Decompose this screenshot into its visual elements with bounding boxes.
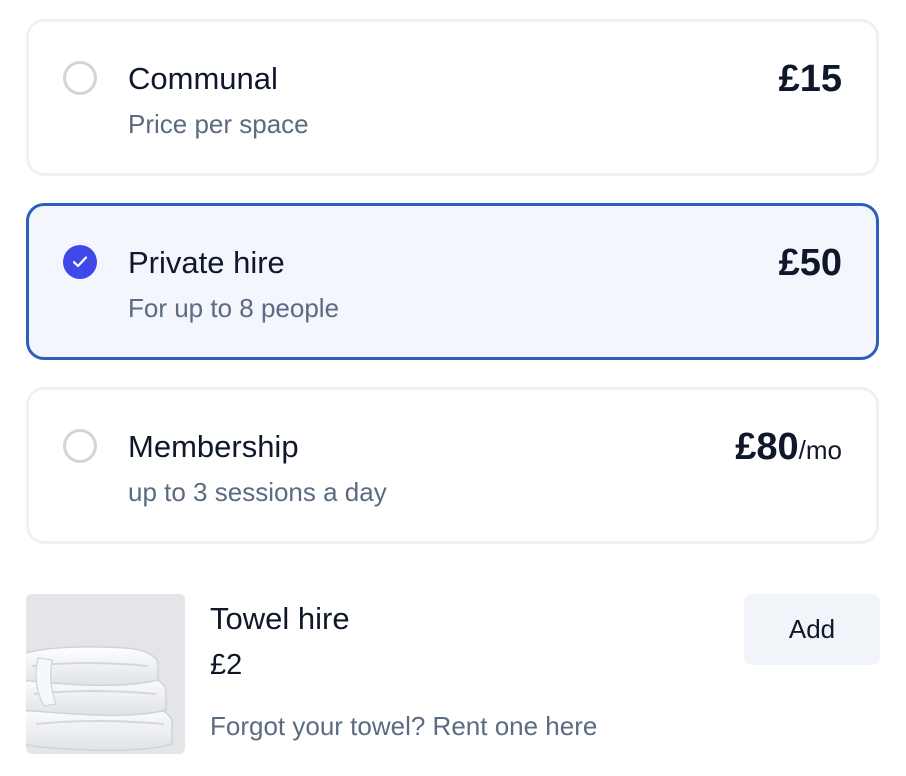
option-price: £15	[779, 56, 842, 105]
option-price: £80/mo	[735, 424, 842, 473]
option-card-private-hire[interactable]: Private hire For up to 8 people £50	[26, 203, 879, 360]
option-subtitle: up to 3 sessions a day	[128, 477, 387, 507]
addon-title: Towel hire	[210, 601, 350, 636]
price-amount: £50	[778, 242, 842, 284]
addon-price: £2	[210, 649, 243, 681]
folded-towels-icon	[26, 594, 185, 754]
option-title: Membership	[128, 429, 299, 464]
option-card-membership[interactable]: Membership up to 3 sessions a day £80/mo	[26, 387, 879, 544]
add-button[interactable]: Add	[744, 594, 880, 665]
option-subtitle: For up to 8 people	[128, 293, 340, 323]
option-title: Private hire	[128, 245, 285, 280]
towel-image	[26, 594, 185, 754]
addon-description: Forgot your towel? Rent one here	[210, 711, 598, 741]
option-subtitle: Price per space	[128, 109, 309, 139]
price-amount: £15	[778, 58, 842, 100]
price-amount: £80	[735, 426, 799, 468]
option-price: £50	[779, 240, 842, 289]
price-unit: /mo	[798, 435, 842, 465]
radio-unchecked-icon[interactable]	[63, 429, 97, 463]
addon-towel-hire: Towel hire £2 Forgot your towel? Rent on…	[26, 594, 880, 754]
checkmark-icon	[72, 256, 88, 268]
option-card-communal[interactable]: Communal Price per space £15	[26, 19, 879, 176]
radio-checked-icon[interactable]	[63, 245, 97, 279]
radio-unchecked-icon[interactable]	[63, 61, 97, 95]
option-title: Communal	[128, 61, 278, 96]
